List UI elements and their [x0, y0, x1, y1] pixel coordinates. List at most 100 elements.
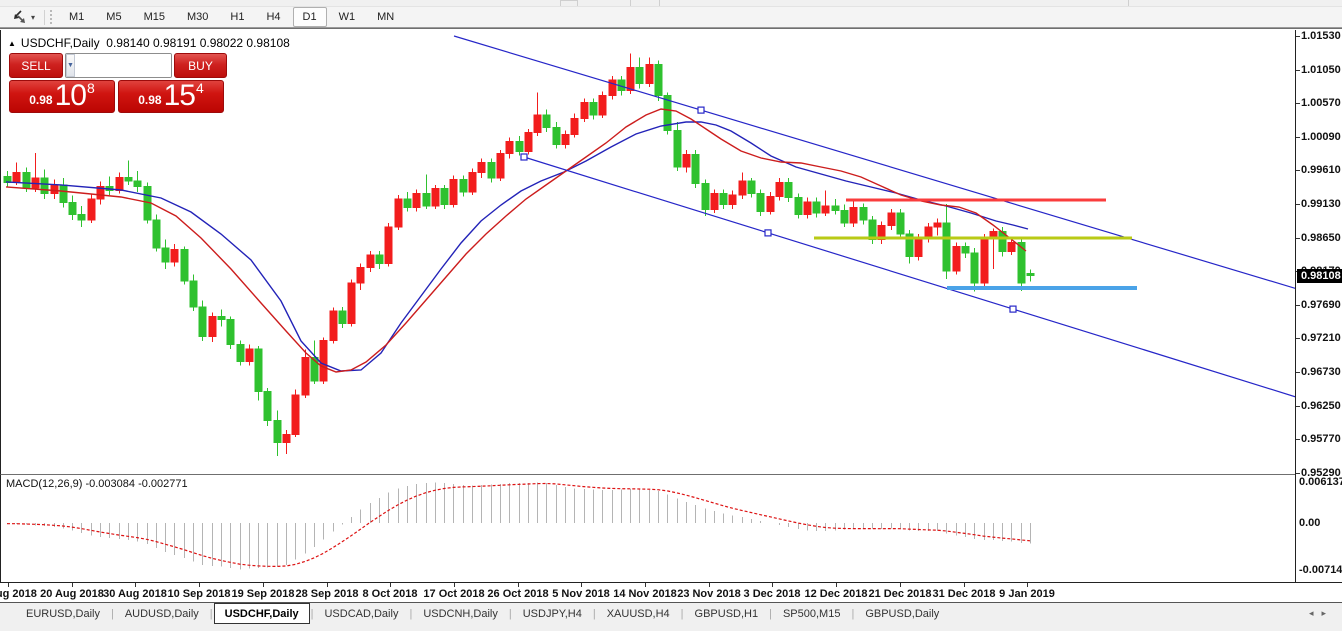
- sell-price-big: 10: [55, 82, 86, 110]
- tab-gbpusd-h1[interactable]: GBPUSD,H1: [685, 605, 769, 623]
- candle-body: [581, 103, 588, 119]
- candle-body: [692, 154, 699, 183]
- date-tick-label: 20 Aug 2018: [40, 588, 104, 600]
- buy-button[interactable]: BUY: [174, 53, 227, 78]
- candle-body: [674, 131, 681, 167]
- tab-xauusd-h4[interactable]: XAUUSD,H4: [597, 605, 680, 623]
- timeframe-button-mn[interactable]: MN: [367, 7, 404, 27]
- channel-trendline-lower[interactable]: [524, 157, 1296, 397]
- chevron-down-icon[interactable]: ▾: [31, 13, 35, 22]
- macd-indicator-label: MACD(12,26,9) -0.003084 -0.002771: [6, 478, 188, 490]
- candle-body: [646, 65, 653, 84]
- date-tick-mark: [1027, 583, 1028, 587]
- candle-body: [543, 115, 550, 128]
- symbol-period-label: USDCHF,Daily: [21, 36, 100, 50]
- candle-body: [255, 349, 262, 392]
- tab-usdcnh-daily[interactable]: USDCNH,Daily: [413, 605, 508, 623]
- channel-trendline-upper[interactable]: [454, 36, 1296, 289]
- collapse-panel-icon[interactable]: ▲: [8, 39, 16, 48]
- date-tick-label: 30 Aug 2018: [103, 588, 167, 600]
- current-price-label: 0.98108: [1297, 269, 1342, 283]
- candle-body: [1027, 273, 1034, 275]
- timeframe-button-m15[interactable]: M15: [134, 7, 175, 27]
- sell-price-prefix: 0.98: [29, 93, 52, 107]
- macd-pane: MACD(12,26,9) -0.003084 -0.002771: [0, 474, 1295, 582]
- macd-signal-line[interactable]: [7, 484, 1030, 567]
- toolbar-stub: [560, 0, 578, 6]
- trendline-handle[interactable]: [521, 154, 527, 160]
- price-tick-mark: [1296, 36, 1300, 37]
- trendline-handle[interactable]: [1010, 306, 1016, 312]
- candle-body: [181, 250, 188, 282]
- date-axis[interactable]: 8 Aug 201820 Aug 201830 Aug 201810 Sep 2…: [0, 582, 1342, 602]
- candle-body: [776, 182, 783, 196]
- tab-sp500-m15[interactable]: SP500,M15: [773, 605, 850, 623]
- price-tick-mark: [1296, 305, 1300, 306]
- candle-body: [711, 194, 718, 210]
- timeframe-button-h4[interactable]: H4: [256, 7, 290, 27]
- candle-body: [116, 177, 123, 190]
- sell-button[interactable]: SELL: [9, 53, 63, 78]
- timeframe-button-d1[interactable]: D1: [293, 7, 327, 27]
- macd-axis-label: -0.007142: [1299, 564, 1342, 576]
- candle-body: [348, 283, 355, 324]
- candle-body: [683, 154, 690, 167]
- trendline-handle[interactable]: [698, 107, 704, 113]
- buy-price-panel[interactable]: 0.98 15 4: [118, 80, 224, 113]
- candle-body: [915, 238, 922, 256]
- tab-usdjpy-h4[interactable]: USDJPY,H4: [513, 605, 592, 623]
- toolbar-grip[interactable]: [50, 10, 52, 24]
- candle-body: [125, 177, 132, 181]
- tab-audusd-daily[interactable]: AUDUSD,Daily: [115, 605, 209, 623]
- candle-body: [339, 311, 346, 324]
- candle-body: [655, 65, 662, 96]
- volume-decrease-button[interactable]: ▼: [66, 54, 75, 77]
- timeframe-button-h1[interactable]: H1: [220, 7, 254, 27]
- candle-body: [469, 173, 476, 193]
- price-axis[interactable]: 1.015301.010501.005701.000900.996100.991…: [1295, 30, 1342, 582]
- tab-scroll-left-icon[interactable]: ◂: [1309, 608, 1322, 618]
- candle-body: [1008, 243, 1015, 252]
- chart-tabs: EURUSD,Daily|AUDUSD,Daily|USDCHF,Daily|U…: [16, 605, 949, 624]
- trendline-handle[interactable]: [765, 230, 771, 236]
- candle-body: [209, 317, 216, 337]
- tab-gbpusd-daily[interactable]: GBPUSD,Daily: [855, 605, 949, 623]
- timeframe-button-m1[interactable]: M1: [59, 7, 94, 27]
- candle-body: [981, 237, 988, 283]
- candle-body: [832, 206, 839, 210]
- tab-eurusd-daily[interactable]: EURUSD,Daily: [16, 605, 110, 623]
- volume-input[interactable]: [75, 54, 172, 77]
- candle-body: [822, 206, 829, 213]
- date-tick-mark: [645, 583, 646, 587]
- candle-body: [395, 199, 402, 227]
- timeframe-button-m30[interactable]: M30: [177, 7, 218, 27]
- candle-body: [488, 163, 495, 178]
- price-tick-label: 0.97690: [1301, 299, 1341, 311]
- date-tick-mark: [390, 583, 391, 587]
- chart-shift-button[interactable]: ▾: [8, 9, 38, 25]
- tab-scroll-right-icon[interactable]: ▸: [1321, 608, 1334, 618]
- chart-window: ▲USDCHF,Daily 0.98140 0.98191 0.98022 0.…: [0, 28, 1342, 601]
- price-tick-mark: [1296, 204, 1300, 205]
- candle-body: [636, 68, 643, 84]
- tab-usdchf-daily[interactable]: USDCHF,Daily: [214, 603, 310, 624]
- price-tick-mark: [1296, 70, 1300, 71]
- date-tick-label: 26 Oct 2018: [487, 588, 548, 600]
- price-tick-label: 1.00090: [1301, 131, 1341, 143]
- candle-body: [757, 194, 764, 212]
- date-tick-label: 8 Oct 2018: [362, 588, 417, 600]
- trading-platform-window: ▾ M1M5M15M30H1H4D1W1MN ▲ USDCHF,Daily 0.9…: [0, 0, 1342, 631]
- candle-body: [78, 215, 85, 221]
- candle-body: [69, 203, 76, 215]
- tab-usdcad-daily[interactable]: USDCAD,Daily: [314, 605, 408, 623]
- candle-body: [785, 182, 792, 197]
- date-tick-mark: [772, 583, 773, 587]
- candle-body: [264, 392, 271, 421]
- timeframe-button-m5[interactable]: M5: [96, 7, 131, 27]
- sell-price-panel[interactable]: 0.98 10 8: [9, 80, 115, 113]
- candle-body: [162, 248, 169, 262]
- candle-body: [553, 128, 560, 145]
- candle-body: [990, 231, 997, 237]
- buy-price-big: 15: [164, 82, 195, 110]
- timeframe-button-w1[interactable]: W1: [329, 7, 366, 27]
